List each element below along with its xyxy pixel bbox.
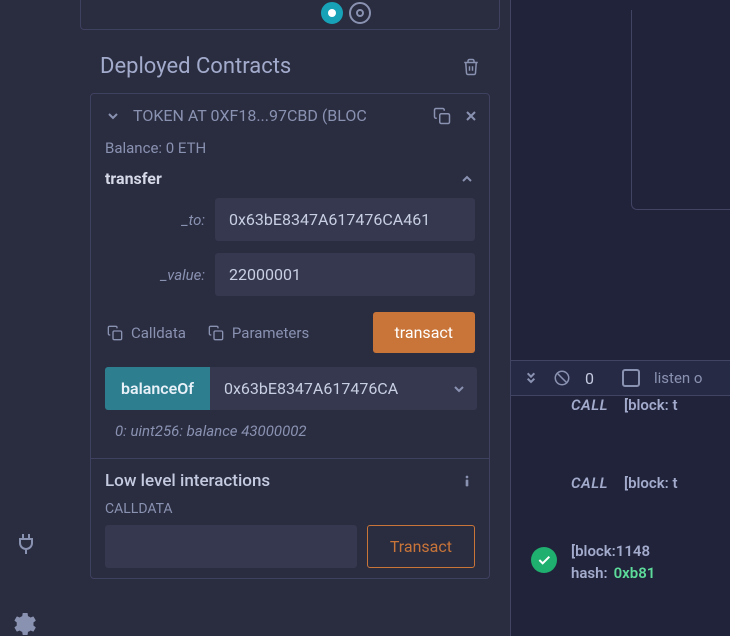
param-input-to[interactable] (215, 198, 475, 241)
top-strip (80, 0, 500, 30)
log-hash-label: hash: (571, 564, 608, 582)
log-text: [block: t (624, 396, 678, 414)
transact-button[interactable]: transact (373, 312, 475, 353)
listen-checkbox[interactable] (622, 369, 640, 387)
pending-count: 0 (585, 369, 594, 388)
copy-calldata-button[interactable]: Calldata (105, 318, 188, 348)
info-icon[interactable] (459, 473, 475, 489)
gear-icon[interactable] (14, 612, 38, 636)
balanceof-result: 0: uint256: balance 43000002 (91, 410, 489, 454)
calldata-label: Calldata (131, 324, 186, 342)
log-tag: CALL (571, 396, 608, 414)
section-title: Deployed Contracts (100, 54, 291, 79)
success-check-icon (531, 547, 557, 573)
close-icon[interactable] (463, 108, 479, 124)
balanceof-input[interactable] (210, 367, 441, 410)
param-label-value: _value: (105, 266, 205, 284)
param-input-value[interactable] (215, 253, 475, 296)
activity-bar (0, 0, 50, 636)
radio-unselected-icon[interactable] (349, 2, 371, 24)
radio-selected-icon[interactable] (321, 2, 343, 24)
param-label-to: _to: (105, 211, 205, 229)
log-hash-value: 0xb81 (614, 564, 656, 582)
copy-parameters-button[interactable]: Parameters (206, 318, 311, 348)
chevron-down-icon[interactable] (105, 108, 121, 124)
collapse-icon[interactable] (523, 370, 539, 386)
contract-balance: Balance: 0 ETH (91, 133, 489, 165)
lowlevel-title: Low level interactions (105, 471, 270, 491)
contract-title: TOKEN AT 0XF18...97CBD (BLOC (133, 106, 421, 125)
log-text: [block: t (624, 474, 678, 492)
lowlevel-transact-button[interactable]: Transact (367, 525, 475, 568)
terminal-toolbar: 0 listen o (511, 360, 730, 396)
parameters-label: Parameters (232, 324, 309, 342)
terminal-output[interactable]: CALL [block: t CALL [block: t [block:114… (511, 396, 730, 636)
contract-instance: TOKEN AT 0XF18...97CBD (BLOC Balance: 0 … (90, 93, 490, 579)
function-name-transfer: transfer (105, 169, 162, 188)
balanceof-button[interactable]: balanceOf (105, 367, 210, 410)
debugger-box (631, 10, 730, 210)
copy-icon[interactable] (433, 107, 451, 125)
ban-icon[interactable] (553, 369, 571, 387)
listen-label: listen o (654, 369, 702, 387)
calldata-field-label: CALLDATA (91, 497, 489, 525)
chevron-down-icon[interactable] (441, 381, 477, 397)
terminal: 0 listen o CALL [block: t CALL [block: t… (510, 0, 730, 636)
trash-icon[interactable] (462, 57, 480, 77)
calldata-input[interactable] (105, 525, 357, 568)
plugin-icon[interactable] (14, 532, 38, 556)
log-block: [block:1148 (571, 542, 650, 560)
deploy-panel: Deployed Contracts TOKEN AT 0XF18...97CB… (80, 0, 500, 636)
log-tag: CALL (571, 474, 608, 492)
chevron-up-icon[interactable] (459, 171, 475, 187)
